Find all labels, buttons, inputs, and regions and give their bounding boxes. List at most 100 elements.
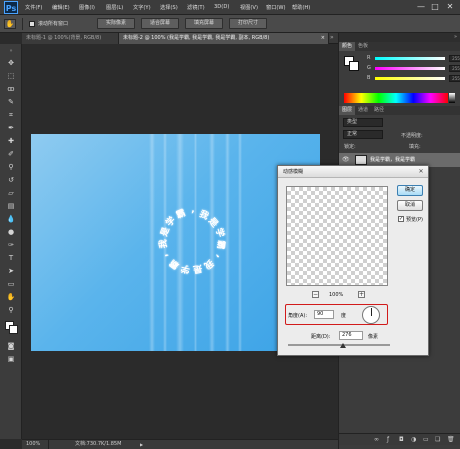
maximize-button[interactable]: □ [429,2,441,12]
layer-mask-icon[interactable]: ◘ [399,436,404,443]
close-window-button[interactable]: ✕ [444,2,456,12]
tab-swatches[interactable]: 色板 [355,42,371,51]
layer-kind-filter[interactable]: 类型 [343,118,383,127]
ring-char: 我 [201,257,215,271]
slider-track[interactable] [375,67,445,70]
type-tool-icon[interactable]: T [4,253,18,263]
preview-checkbox[interactable]: ✓ [398,216,404,222]
menu-file[interactable]: 文件(F) [25,4,42,11]
slider-g[interactable]: G 255 [361,65,460,72]
clone-stamp-tool-icon[interactable]: ⚲ [4,162,18,172]
tab-color[interactable]: 颜色 [339,42,356,51]
background-color-swatch[interactable] [9,325,18,334]
new-layer-icon[interactable]: ❏ [435,436,440,443]
minimize-button[interactable]: — [415,2,427,12]
menu-edit[interactable]: 编辑(E) [52,4,70,11]
visibility-eye-icon[interactable]: 👁 [342,156,350,163]
menu-select[interactable]: 选择(S) [160,4,178,11]
zoom-level[interactable]: 100% [26,440,40,449]
healing-brush-tool-icon[interactable]: ✚ [4,136,18,146]
path-select-tool-icon[interactable]: ➤ [4,266,18,276]
menu-type[interactable]: 文字(Y) [133,4,151,11]
zoom-tool-icon[interactable]: ⚲ [4,305,18,315]
color-spectrum[interactable] [344,93,448,103]
menu-help[interactable]: 帮助(H) [292,4,310,11]
layer-style-icon[interactable]: ƒ [387,436,389,443]
hand-tool-icon[interactable]: ✋ [4,292,18,302]
angle-input[interactable]: 90 [314,310,334,319]
brush-tool-icon[interactable]: ✐ [4,149,18,159]
distance-label: 距离(D): [311,334,331,340]
tab-overflow-icon[interactable]: » [330,33,334,43]
link-layers-icon[interactable]: ∞ [374,436,379,443]
scroll-all-windows-label: 滚动所有窗口 [38,21,69,27]
zoom-out-button[interactable]: − [312,291,319,298]
distance-input[interactable]: 276 [339,331,363,340]
lock-label: 锁定: [344,144,356,150]
slider-value[interactable]: 255 [449,55,460,62]
cancel-button[interactable]: 取消 [397,200,423,211]
collapse-panels-icon[interactable]: » [454,34,457,40]
menu-3d[interactable]: 3D(D) [214,4,229,10]
tab-document-1[interactable]: 未标题-1 @ 100%(背景, RGB/8) [22,33,119,44]
fit-screen-button[interactable]: 适合屏幕 [141,18,179,29]
blur-tool-icon[interactable]: 💧 [4,214,18,224]
screen-mode-icon[interactable]: ▣ [4,354,18,364]
dialog-title-bar[interactable]: 动感模糊 [278,166,428,178]
gradient-tool-icon[interactable]: ▤ [4,201,18,211]
tab-paths[interactable]: 路径 [371,106,387,115]
shape-tool-icon[interactable]: ▭ [4,279,18,289]
actual-pixels-button[interactable]: 实际像素 [97,18,135,29]
tab-document-2[interactable]: 未标题-2 @ 100% (我是学霸, 我是学霸, 我是学霸, 副本, RGB/… [119,33,329,44]
tab-layers[interactable]: 图层 [339,106,356,115]
ok-button[interactable]: 确定 [397,185,423,196]
marquee-tool-icon[interactable]: ⬚ [4,71,18,81]
adjustment-layer-icon[interactable]: ◑ [411,436,416,443]
distance-slider-thumb[interactable] [340,343,346,348]
crop-tool-icon[interactable]: ⌗ [4,110,18,120]
history-brush-tool-icon[interactable]: ↺ [4,175,18,185]
angle-dial[interactable] [362,306,380,324]
menu-window[interactable]: 窗口(W) [266,4,286,11]
scroll-all-windows-checkbox[interactable] [29,21,35,27]
preview-area[interactable] [286,186,388,286]
lasso-tool-icon[interactable]: ꝏ [4,84,18,94]
collapse-icon[interactable]: » [4,46,18,56]
dialog-close-icon[interactable]: ✕ [417,168,425,176]
tab-channels[interactable]: 通道 [355,106,371,115]
blend-mode-select[interactable]: 正常 [343,130,383,139]
hand-tool-preset-icon[interactable]: ✋ [4,19,16,29]
dodge-tool-icon[interactable]: ● [4,227,18,237]
panel-collapse-bar[interactable]: » [339,33,460,42]
eraser-tool-icon[interactable]: ▱ [4,188,18,198]
slider-value[interactable]: 255 [449,65,460,72]
black-white-ramp[interactable] [449,93,455,103]
slider-track[interactable] [375,57,445,60]
menu-layer[interactable]: 图层(L) [106,4,123,11]
background-swatch[interactable] [349,61,359,71]
slider-value[interactable]: 255 [449,75,460,82]
move-tool-icon[interactable]: ✥ [4,58,18,68]
layer-name[interactable]: 我是学霸，我是学霸 [370,156,458,163]
menu-image[interactable]: 图像(I) [79,4,95,11]
slider-r[interactable]: R 255 [361,55,460,62]
delete-layer-icon[interactable]: 🗑 [447,436,455,443]
distance-slider[interactable] [288,344,390,346]
ring-char: 霸 [168,256,182,271]
fill-screen-button[interactable]: 填充屏幕 [185,18,223,29]
zoom-in-button[interactable]: + [358,291,365,298]
slider-track[interactable] [375,77,445,80]
slider-label: G [367,65,371,71]
eyedropper-tool-icon[interactable]: ✒ [4,123,18,133]
status-menu-icon[interactable]: ▶ [140,440,143,449]
quick-select-tool-icon[interactable]: ✎ [4,97,18,107]
print-size-button[interactable]: 打印尺寸 [229,18,267,29]
menu-filter[interactable]: 滤镜(T) [187,4,205,11]
menu-view[interactable]: 视图(V) [240,4,258,11]
tab-close-icon[interactable]: × [321,33,325,43]
quick-mask-icon[interactable]: ◙ [4,341,18,351]
slider-b[interactable]: B 255 [361,75,460,82]
new-group-icon[interactable]: ▭ [423,436,429,443]
pen-tool-icon[interactable]: ✑ [4,240,18,250]
ring-char: 我 [158,238,170,249]
